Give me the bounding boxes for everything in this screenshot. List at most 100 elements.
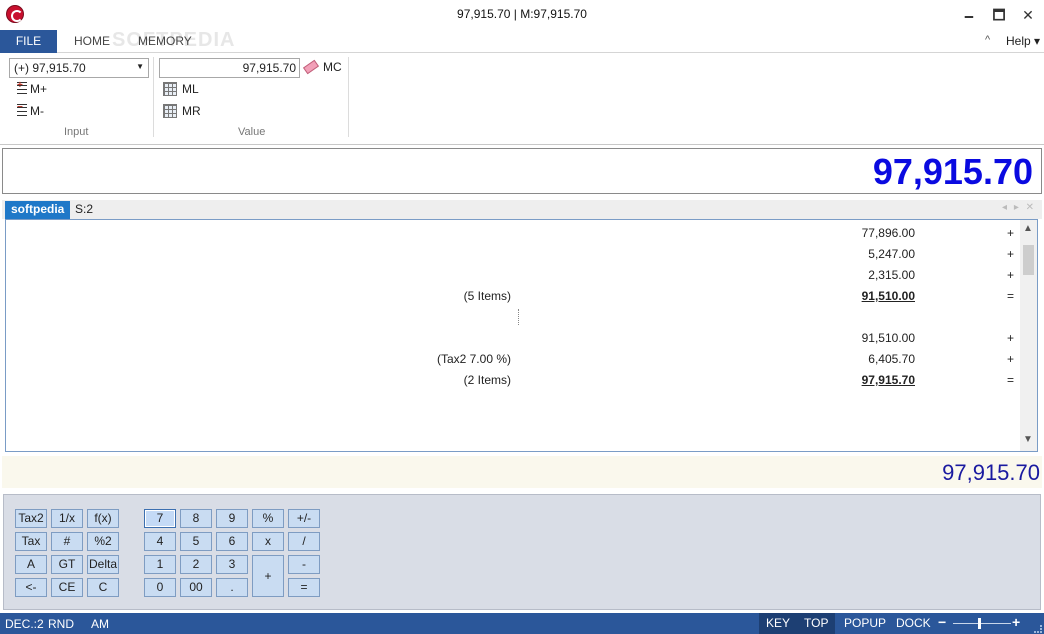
decimals-indicator[interactable]: DEC.:2 xyxy=(5,617,44,631)
key-8[interactable]: 8 xyxy=(180,509,212,528)
memory-list-button[interactable]: ML xyxy=(163,82,199,96)
key-0[interactable]: 0 xyxy=(144,578,176,597)
value-group-label: Value xyxy=(238,126,266,138)
tape-row-value: 91,510.00 xyxy=(861,331,915,345)
tape-row-operator: + xyxy=(1007,247,1015,261)
key-hash[interactable]: # xyxy=(51,532,83,551)
zoom-out-icon[interactable]: − xyxy=(938,614,946,630)
memory-value-field[interactable]: 97,915.70 xyxy=(159,58,300,78)
tape-row[interactable]: 77,896.00 + xyxy=(6,223,1016,243)
tape-row[interactable]: 5,247.00 + xyxy=(6,244,1016,264)
close-button[interactable]: ✕ xyxy=(1014,4,1042,26)
key-divide[interactable]: / xyxy=(288,532,320,551)
popup-mode-button[interactable]: POPUP xyxy=(837,613,893,634)
tab-memory[interactable]: MEMORY xyxy=(138,34,192,48)
tab-file[interactable]: FILE xyxy=(0,30,57,53)
memory-clear-button[interactable]: MC xyxy=(302,59,342,75)
ribbon-collapse-icon[interactable]: ^ xyxy=(985,34,990,46)
memory-list-label: ML xyxy=(182,82,199,96)
tape-row-operator: + xyxy=(1007,268,1015,282)
tape-tab-softpedia[interactable]: softpedia xyxy=(5,201,71,219)
tape-row[interactable] xyxy=(6,307,1016,327)
tape-row[interactable]: 2,315.00 + xyxy=(6,265,1016,285)
tape-row[interactable]: 91,510.00 + xyxy=(6,328,1016,348)
zoom-slider[interactable] xyxy=(953,623,1011,624)
ribbon-panel: (+) 97,915.70 ▼ + M+ − M- Input 97,915.7… xyxy=(0,53,1044,145)
key-percent[interactable]: % xyxy=(252,509,284,528)
memory-recall-button[interactable]: MR xyxy=(163,104,201,118)
key-7[interactable]: 7 xyxy=(144,509,176,528)
rounding-indicator[interactable]: RND xyxy=(48,617,74,631)
memory-subtract-icon: − xyxy=(12,103,28,118)
key-grand-total[interactable]: GT xyxy=(51,555,83,574)
main-display: 97,915.70 xyxy=(2,148,1042,194)
tape-row-operator: = xyxy=(1007,289,1015,303)
table-recall-icon xyxy=(163,104,177,118)
key-9[interactable]: 9 xyxy=(216,509,248,528)
input-memory-select[interactable]: (+) 97,915.70 ▼ xyxy=(9,58,149,78)
key-minus[interactable]: - xyxy=(288,555,320,574)
tape-row-operator: + xyxy=(1007,352,1015,366)
maximize-button[interactable]: 🗖 xyxy=(985,4,1013,26)
zoom-slider-thumb[interactable] xyxy=(978,618,981,629)
memory-add-icon: + xyxy=(12,81,28,96)
memory-plus-button[interactable]: + M+ xyxy=(12,81,47,96)
key-multiply[interactable]: x xyxy=(252,532,284,551)
top-mode-button[interactable]: TOP xyxy=(797,613,836,634)
key-00[interactable]: 00 xyxy=(180,578,212,597)
key-mode-button[interactable]: KEY xyxy=(759,613,798,634)
tape-tab-s2[interactable]: S:2 xyxy=(75,202,93,216)
key-percent2[interactable]: %2 xyxy=(87,532,119,551)
tape-tab-controls[interactable]: ◂ ▸ ✕ xyxy=(1002,202,1036,213)
tape-row[interactable]: (5 Items) 91,510.00 = xyxy=(6,286,1016,306)
result-value: 97,915.70 xyxy=(942,460,1040,485)
add-mode-indicator[interactable]: AM xyxy=(91,617,109,631)
tape-row-value: 2,315.00 xyxy=(868,268,915,282)
zoom-in-icon[interactable]: + xyxy=(1012,614,1020,630)
key-decimal[interactable]: . xyxy=(216,578,248,597)
calculation-tape[interactable]: 77,896.00 + 5,247.00 +2,315.00 + (5 Items) 91,… xyxy=(5,219,1038,452)
key-1[interactable]: 1 xyxy=(144,555,176,574)
key-equals[interactable]: = xyxy=(288,578,320,597)
memory-minus-button[interactable]: − M- xyxy=(12,103,44,118)
key-clear-entry[interactable]: CE xyxy=(51,578,83,597)
key-a[interactable]: A xyxy=(15,555,47,574)
minimize-button[interactable]: 🗕 xyxy=(955,4,983,26)
tab-home[interactable]: HOME xyxy=(74,34,110,48)
key-reciprocal[interactable]: 1/x xyxy=(51,509,83,528)
key-backspace[interactable]: <- xyxy=(15,578,47,597)
memory-recall-label: MR xyxy=(182,104,201,118)
tape-row-operator: = xyxy=(1007,373,1015,387)
help-menu[interactable]: Help ▾ xyxy=(1006,34,1040,48)
title-bar: 97,915.70 | M:97,915.70 🗕 🗖 ✕ xyxy=(0,0,1044,30)
status-bar: DEC.:2 RND AM KEY TOP POPUP DOCK − + xyxy=(0,613,1044,634)
scroll-thumb[interactable] xyxy=(1023,245,1034,275)
scroll-up-icon[interactable]: ▲ xyxy=(1023,223,1033,234)
key-tax2[interactable]: Tax2 xyxy=(15,509,47,528)
key-tax[interactable]: Tax xyxy=(15,532,47,551)
key-4[interactable]: 4 xyxy=(144,532,176,551)
tape-row-operator: + xyxy=(1007,331,1015,345)
key-delta[interactable]: Delta xyxy=(87,555,119,574)
tape-row[interactable]: (Tax2 7.00 %) 6,405.70 + xyxy=(6,349,1016,369)
key-5[interactable]: 5 xyxy=(180,532,212,551)
column-divider[interactable] xyxy=(518,309,519,325)
resize-grip-icon[interactable] xyxy=(1034,625,1042,633)
ribbon-tab-bar: FILE HOME SOFTPEDIA MEMORY ^ Help ▾ xyxy=(0,29,1044,53)
input-group-label: Input xyxy=(64,126,89,138)
keypad: Tax2 1/x f(x) Tax # %2 A GT Delta <- CE … xyxy=(3,494,1041,610)
tape-row-value: 5,247.00 xyxy=(868,247,915,261)
scroll-down-icon[interactable]: ▼ xyxy=(1023,434,1033,445)
key-3[interactable]: 3 xyxy=(216,555,248,574)
key-6[interactable]: 6 xyxy=(216,532,248,551)
key-plus-minus[interactable]: +/- xyxy=(288,509,320,528)
key-function[interactable]: f(x) xyxy=(87,509,119,528)
key-2[interactable]: 2 xyxy=(180,555,212,574)
tape-row[interactable]: (2 Items) 97,915.70 = xyxy=(6,370,1016,390)
dock-mode-button[interactable]: DOCK xyxy=(889,613,938,634)
result-line: 97,915.70 xyxy=(2,456,1042,488)
tape-scrollbar[interactable]: ▲ ▼ xyxy=(1020,220,1037,451)
key-plus[interactable]: + xyxy=(252,555,284,597)
key-clear[interactable]: C xyxy=(87,578,119,597)
chevron-down-icon: ▼ xyxy=(136,62,144,71)
